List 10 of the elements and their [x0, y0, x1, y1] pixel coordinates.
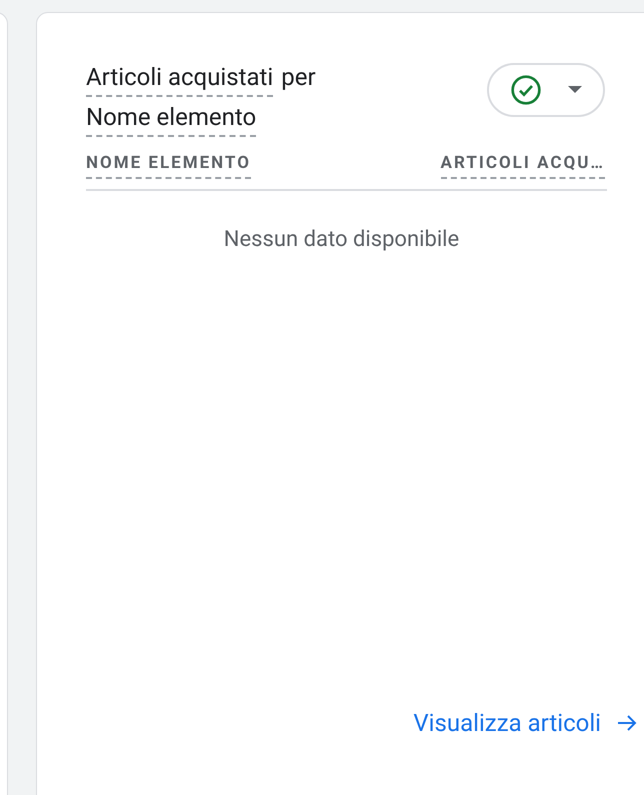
check-circle-icon: [510, 74, 542, 106]
column-header[interactable]: NOME ELEMENTO: [86, 151, 251, 178]
view-items-link[interactable]: Visualizza articoli: [413, 705, 639, 741]
caret-icon: [568, 86, 582, 94]
dimension-label[interactable]: Nome elemento: [86, 101, 256, 137]
status-dropdown[interactable]: [487, 63, 605, 117]
title-text: per: [281, 62, 316, 93]
column-header[interactable]: ARTICOLI ACQU…: [440, 151, 605, 178]
metric-label[interactable]: Articoli acquistati: [86, 61, 274, 97]
empty-message: Nessun dato disponibile: [222, 226, 460, 254]
